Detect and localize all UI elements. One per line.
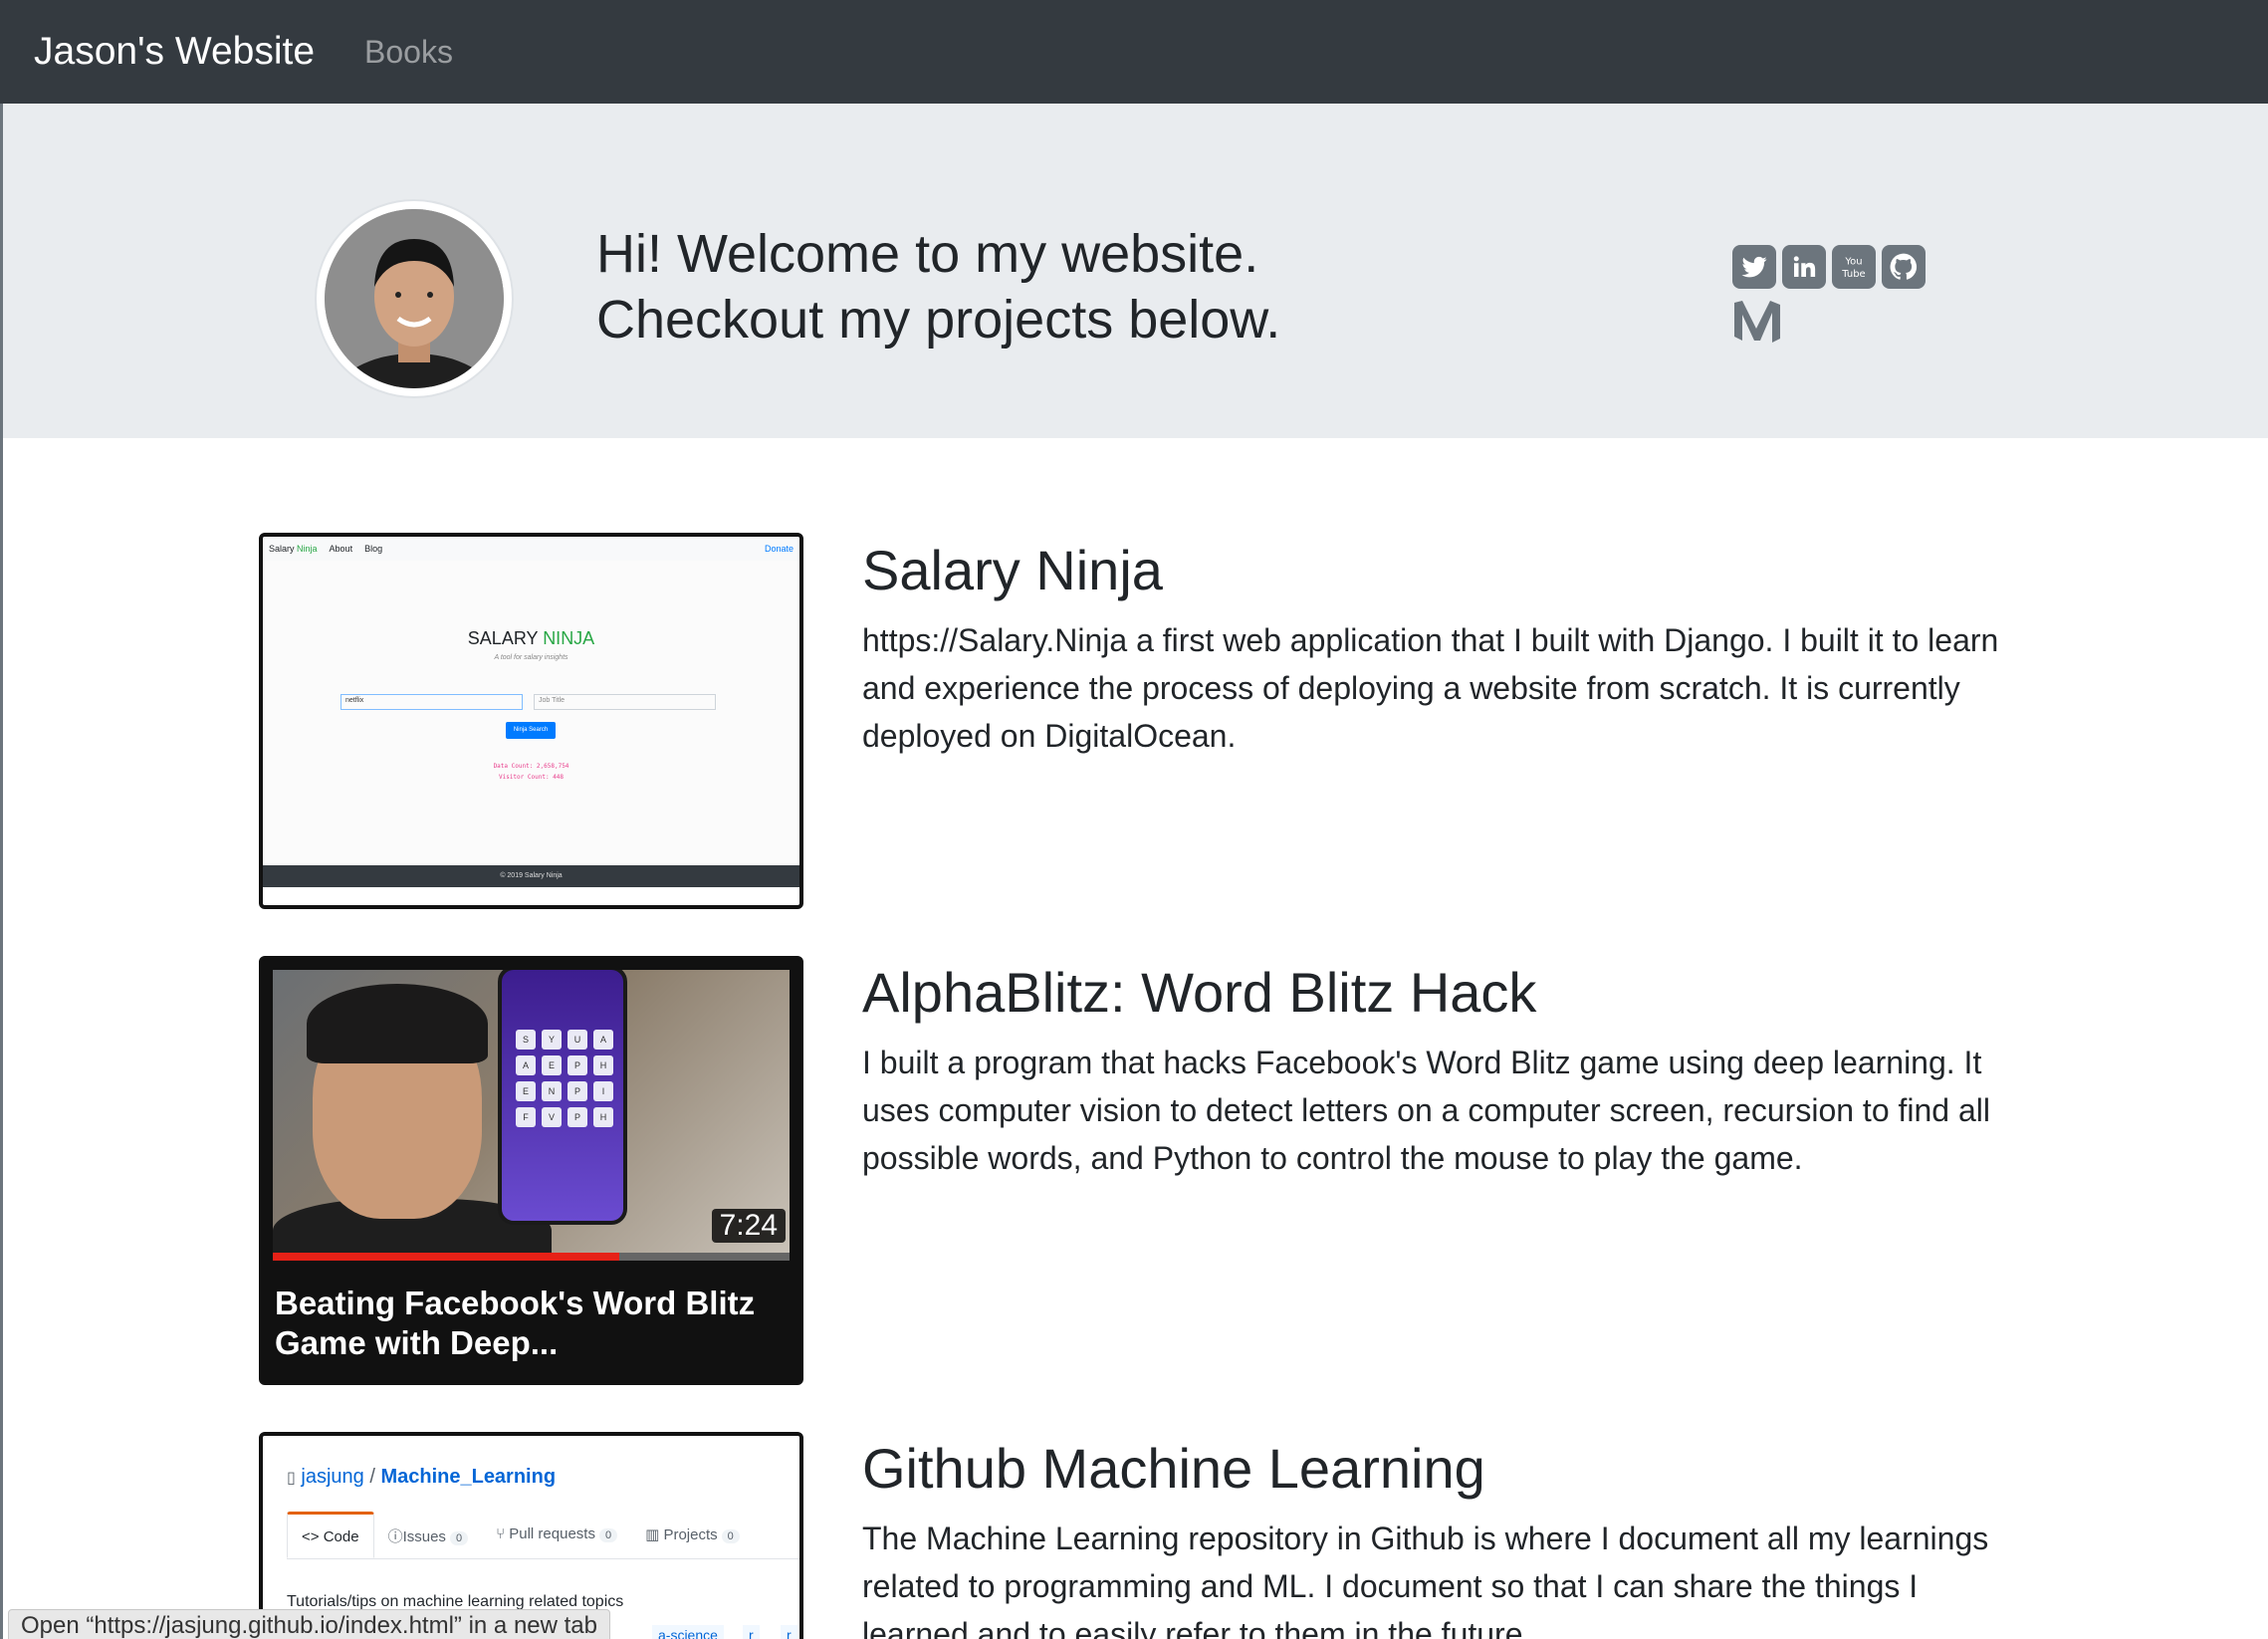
tab-pull-requests: ⑂ Pull requests 0 xyxy=(482,1512,631,1558)
thumb-search-button: Ninja Search xyxy=(506,722,556,739)
letter-tile: S xyxy=(516,1030,536,1050)
thumb-body: SALARY NINJA A tool for salary insights … xyxy=(263,561,799,865)
letter-tile: P xyxy=(567,1081,587,1101)
tab-issues-label: Issues xyxy=(402,1528,446,1545)
letter-tile: H xyxy=(593,1055,613,1075)
repo-name: Machine_Learning xyxy=(380,1466,557,1488)
hero-line-2: Checkout my projects below. xyxy=(596,290,1281,350)
tab-projects-label: Projects xyxy=(663,1526,718,1543)
topic-chip[interactable]: r xyxy=(781,1625,797,1639)
repo-icon: ▯ xyxy=(287,1470,296,1487)
hero-heading: Hi! Welcome to my website. Checkout my p… xyxy=(596,221,1280,352)
linkedin-icon[interactable] xyxy=(1782,245,1826,289)
code-icon: <> xyxy=(302,1528,320,1545)
issues-count: 0 xyxy=(449,1531,469,1545)
social-links: You Tube xyxy=(1732,245,1971,354)
repo-separator: / xyxy=(369,1466,375,1488)
nav-link-books[interactable]: Books xyxy=(364,34,453,71)
thumb-title-b: NINJA xyxy=(543,628,595,648)
youtube-icon[interactable]: You Tube xyxy=(1832,245,1876,289)
letter-tile: A xyxy=(516,1055,536,1075)
project-title[interactable]: Github Machine Learning xyxy=(862,1436,1485,1501)
thumb-title-a: SALARY xyxy=(467,628,544,648)
thumb-visitor-count: Visitor Count: 448 xyxy=(498,774,565,781)
video-progress-fill xyxy=(273,1253,619,1261)
pulls-count: 0 xyxy=(598,1528,618,1542)
brand-link[interactable]: Jason's Website xyxy=(34,30,315,74)
projects-icon: ▥ xyxy=(645,1526,660,1543)
navbar: Jason's Website Books xyxy=(0,0,2268,104)
project-description: https://Salary.Ninja a first web applica… xyxy=(862,622,1999,754)
video-player: SYUAAEPHENPIFVPH 7:24 Beating Facebook's… xyxy=(263,960,799,1380)
repo-tabs: <> Code ⓘIssues 0 ⑂ Pull requests 0 ▥ Proj… xyxy=(287,1512,799,1559)
letter-tile: N xyxy=(542,1081,562,1101)
svg-text:You: You xyxy=(1844,257,1862,268)
medium-icon[interactable] xyxy=(1732,299,1782,345)
letter-tile: I xyxy=(593,1081,613,1101)
pull-request-icon: ⑂ xyxy=(496,1525,506,1542)
letter-tile: U xyxy=(567,1030,587,1050)
twitter-icon[interactable] xyxy=(1732,245,1776,289)
video-progress-bar xyxy=(273,1253,790,1261)
letter-tiles: SYUAAEPHENPIFVPH xyxy=(516,1030,613,1127)
thumb-navbar: Salary Ninja About Blog Donate xyxy=(263,537,799,561)
hero-section: Hi! Welcome to my website. Checkout my p… xyxy=(3,104,2268,438)
thumb-job-input: Job Title xyxy=(534,694,716,710)
letter-tile: Y xyxy=(542,1030,562,1050)
thumb-company-input: netflix xyxy=(340,694,523,710)
thumb-data-count: Data Count: 2,658,754 xyxy=(493,763,569,770)
svg-text:Tube: Tube xyxy=(1841,269,1865,280)
browser-status-bar: Open “https://jasjung.github.io/index.ht… xyxy=(8,1609,610,1639)
phone-shape: SYUAAEPHENPIFVPH xyxy=(498,970,627,1225)
letter-tile: P xyxy=(567,1107,587,1127)
thumb-brand-b: Ninja xyxy=(297,544,318,554)
letter-tile: P xyxy=(567,1055,587,1075)
avatar-image xyxy=(325,209,504,388)
tab-issues: ⓘIssues 0 xyxy=(374,1512,483,1558)
thumb-nav-blog: Blog xyxy=(364,544,383,554)
issues-icon: ⓘ xyxy=(387,1528,403,1545)
thumb-subtitle: A tool for salary insights xyxy=(494,654,568,661)
letter-tile: F xyxy=(516,1107,536,1127)
tab-pulls-label: Pull requests xyxy=(509,1525,595,1542)
video-title: Beating Facebook's Word Blitz Game with … xyxy=(275,1285,756,1361)
projects-count: 0 xyxy=(721,1529,740,1543)
repo-owner: jasjung xyxy=(301,1466,364,1488)
github-icon[interactable] xyxy=(1882,245,1926,289)
alphablitz-video-thumbnail[interactable]: SYUAAEPHENPIFVPH 7:24 Beating Facebook's… xyxy=(259,956,803,1385)
topic-chip[interactable]: r xyxy=(743,1625,760,1639)
thumb-nav-about: About xyxy=(329,544,353,554)
letter-tile: A xyxy=(593,1030,613,1050)
thumb-title: SALARY NINJA xyxy=(263,628,799,649)
github-thumbnail[interactable]: ▯ jasjung / Machine_Learning <> Code ⓘIs… xyxy=(259,1432,803,1639)
tab-code: <> Code xyxy=(287,1512,374,1558)
project-description: The Machine Learning repository in Githu… xyxy=(862,1521,1989,1639)
tab-projects: ▥ Projects 0 xyxy=(631,1512,754,1558)
project-title[interactable]: Salary Ninja xyxy=(862,538,1163,602)
letter-tile: E xyxy=(542,1055,562,1075)
thumb-footer: © 2019 Salary Ninja xyxy=(263,865,799,887)
tab-code-label: Code xyxy=(323,1528,359,1545)
avatar-ring xyxy=(315,199,514,398)
video-duration: 7:24 xyxy=(711,1209,786,1243)
repo-path: ▯ jasjung / Machine_Learning xyxy=(287,1466,556,1489)
letter-tile: V xyxy=(542,1107,562,1127)
project-description: I built a program that hacks Facebook's … xyxy=(862,1045,1990,1176)
topic-chip[interactable]: a-science xyxy=(652,1625,724,1639)
salary-ninja-thumbnail[interactable]: Salary Ninja About Blog Donate SALARY NI… xyxy=(259,533,803,909)
hair-shape xyxy=(307,984,488,1063)
thumb-brand: Salary Ninja xyxy=(269,544,318,554)
thumb-brand-a: Salary xyxy=(269,544,295,554)
avatar xyxy=(325,209,504,388)
project-title[interactable]: AlphaBlitz: Word Blitz Hack xyxy=(862,960,1536,1025)
letter-tile: E xyxy=(516,1081,536,1101)
hero-line-1: Hi! Welcome to my website. xyxy=(596,224,1259,284)
letter-tile: H xyxy=(593,1107,613,1127)
thumb-nav-donate: Donate xyxy=(764,544,794,554)
